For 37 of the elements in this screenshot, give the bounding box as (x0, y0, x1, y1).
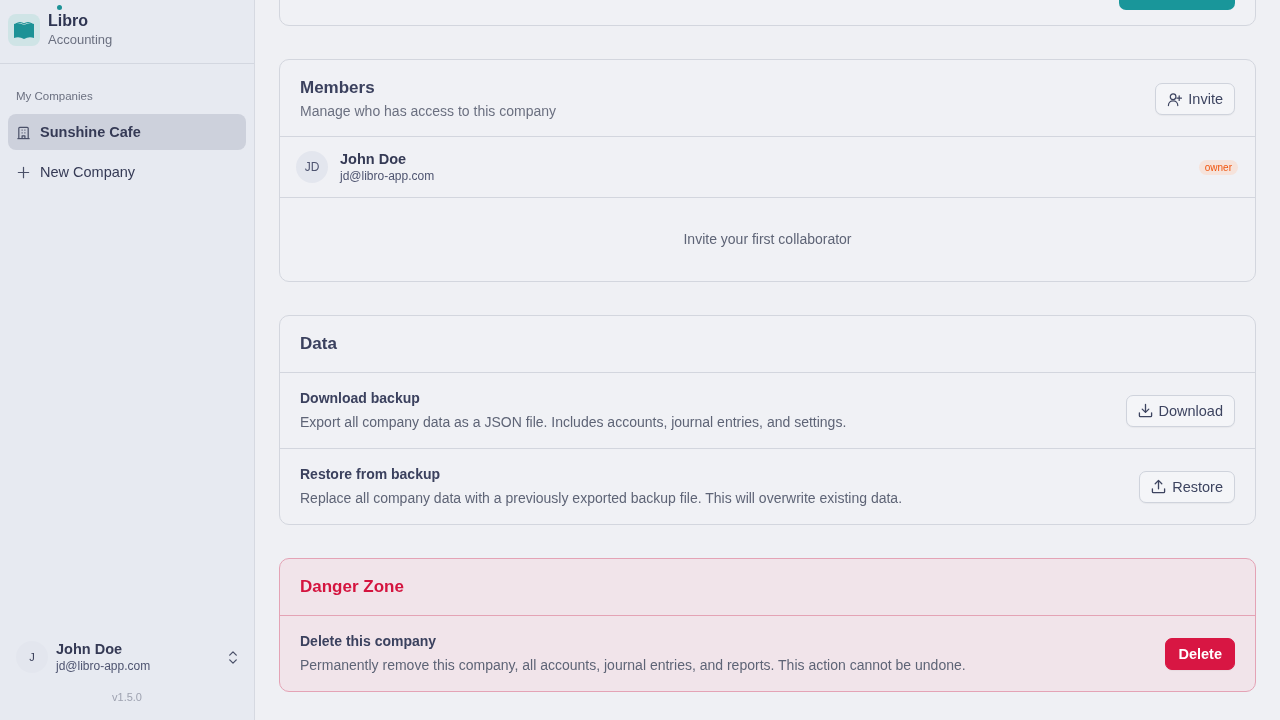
book-logo-icon (8, 13, 40, 46)
user-name: John Doe (56, 640, 124, 658)
setting-description: Export all company data as a JSON file. Includes accounts, journal entries, and settings. (300, 413, 847, 432)
member-avatar: JD (296, 151, 328, 183)
app-name: Libro (48, 11, 88, 31)
card-title: Members (300, 77, 376, 99)
setting-title: Download backup (300, 389, 421, 408)
card-subtitle: Manage who has access to this company (300, 102, 557, 121)
app-subtitle: Accounting (48, 31, 113, 48)
new-company-item[interactable]: New Company (8, 154, 246, 190)
delete-button[interactable]: Delete (1165, 637, 1235, 670)
setting-title: Restore from backup (300, 465, 442, 484)
setting-description: Replace all company data with a previously exported backup file. This will overwrite existing data. (300, 489, 903, 508)
user-avatar: J (16, 641, 48, 673)
setting-title: Delete this company (300, 632, 438, 651)
invite-button[interactable]: Invite (1155, 83, 1235, 115)
member-name: John Doe (340, 150, 408, 168)
version-label: v1.5.0 (111, 690, 143, 705)
empty-state-text: Invite your first collaborator (683, 230, 852, 249)
plus-icon (16, 164, 31, 180)
download-button[interactable]: Download (1125, 394, 1235, 427)
user-email: jd@libro-app.com (56, 658, 152, 674)
card-title: Data (300, 333, 337, 355)
card-title: Danger Zone (300, 576, 404, 598)
section-label: My Companies (15, 89, 94, 104)
chevron-up-down-icon (228, 649, 238, 665)
user-plus-icon (1167, 91, 1183, 107)
building-icon (16, 124, 31, 140)
download-icon (1137, 403, 1153, 418)
upload-icon (1151, 479, 1167, 494)
company-item[interactable]: Sunshine Cafe (8, 114, 246, 150)
role-badge: owner (1198, 159, 1238, 175)
restore-button[interactable]: Restore (1139, 470, 1235, 503)
user-menu[interactable]: J John Doe jd@libro-app.com (0, 634, 254, 680)
member-email: jd@libro-app.com (340, 168, 436, 184)
setting-description: Permanently remove this company, all accounts, journal entries, and reports. This action cannot be undone. (300, 656, 966, 675)
status-dot-icon (57, 5, 62, 10)
